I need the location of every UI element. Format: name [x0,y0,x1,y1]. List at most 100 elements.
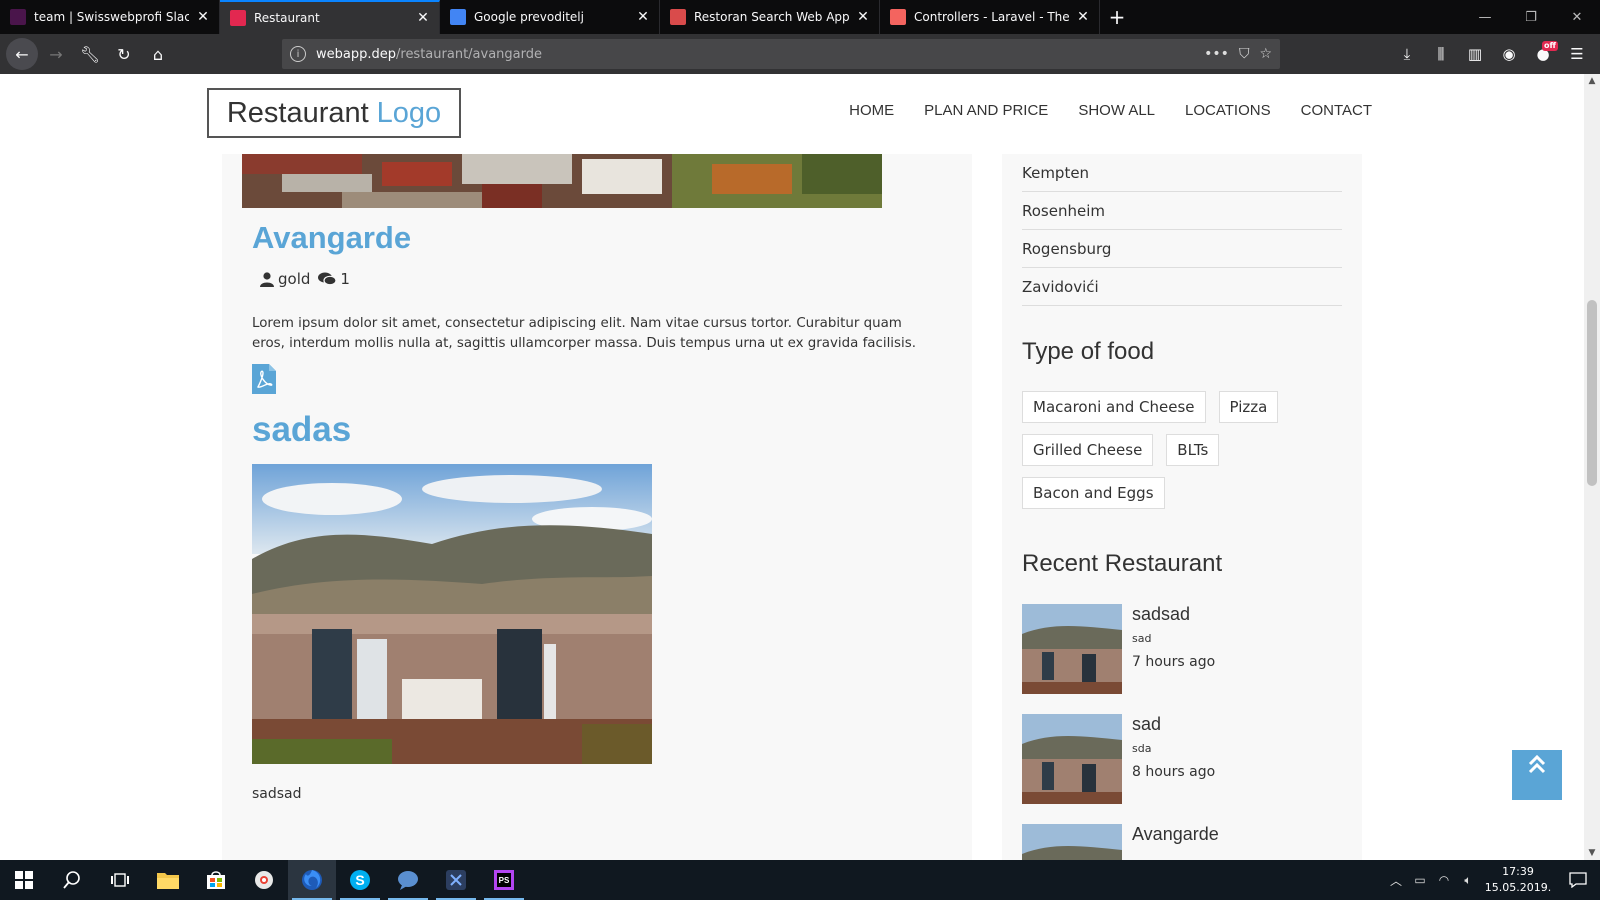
recent-title[interactable]: sadsad [1132,604,1190,625]
reload-icon[interactable]: ↻ [108,38,140,70]
food-tag[interactable]: Bacon and Eggs [1022,477,1165,509]
scroll-up-icon[interactable]: ▲ [1584,76,1600,86]
recent-subtitle: sad [1132,632,1152,645]
notification-icon[interactable] [1556,872,1600,888]
browser-toolbar: ← → 🔧︎ ↻ ⌂ i webapp.dep/restaurant/avang… [0,34,1600,74]
windows-start-icon[interactable] [0,860,48,900]
back-icon[interactable]: ← [6,38,38,70]
hero-image [242,154,882,208]
recent-title[interactable]: Avangarde [1132,824,1219,845]
tab-close-icon[interactable]: ✕ [195,9,211,25]
wrench-icon[interactable]: 🔧︎ [74,38,106,70]
sidebar-icon[interactable]: ▥ [1460,38,1490,70]
nav-show-all[interactable]: SHOW ALL [1078,102,1155,119]
browser-tab-strip: team | Swisswebprofi Slack ✕ Restaurant ✕ Go… [0,0,1600,34]
post-title[interactable]: Avangarde [252,220,411,256]
recent-title[interactable]: sad [1132,714,1161,735]
firefox-icon[interactable] [288,860,336,900]
library-icon[interactable]: ⫼ [1426,38,1456,70]
url-bar[interactable]: i webapp.dep/restaurant/avangarde ••• ⛉ … [282,39,1280,69]
search-icon[interactable] [48,860,96,900]
post-comment-count: 1 [340,270,350,288]
restore-icon[interactable]: ❐ [1508,0,1554,34]
tab-title: team | Swisswebprofi Slack [34,10,189,24]
browser-tab[interactable]: Restaurant ✕ [220,0,440,34]
recent-thumbnail[interactable] [1022,714,1122,804]
browser-tab[interactable]: Controllers - Laravel - The PHP ✕ [880,0,1100,34]
site-logo[interactable]: Restaurant Logo [207,88,461,138]
windows-taskbar: S PS ︿ ▭ ◠ 🔈︎ 17:39 15.05.2019. [0,860,1600,900]
recent-item[interactable]: sadsad sad 7 hours ago [1022,604,1342,696]
scroll-to-top-button[interactable] [1512,750,1562,800]
scroll-down-icon[interactable]: ▼ [1584,848,1600,858]
food-heading: Type of food [1022,338,1155,365]
task-view-icon[interactable] [96,860,144,900]
food-tag[interactable]: Macaroni and Cheese [1022,391,1206,423]
skype-icon[interactable]: S [336,860,384,900]
location-list: Kempten Rosenheim Rogensburg Zavidovići [1022,154,1342,306]
pdf-icon[interactable] [252,364,276,394]
location-item[interactable]: Rogensburg [1022,230,1342,268]
site-info-icon[interactable]: i [290,46,306,62]
tab-close-icon[interactable]: ✕ [855,9,871,25]
clock-time: 17:39 [1502,865,1534,878]
account-icon[interactable]: ◉ [1494,38,1524,70]
home-icon[interactable]: ⌂ [142,38,174,70]
tab-close-icon[interactable]: ✕ [635,9,651,25]
page-actions-icon[interactable]: ••• [1204,46,1229,62]
post-meta: gold 1 [260,270,350,288]
food-tag[interactable]: BLTs [1166,434,1220,466]
recent-item[interactable]: sad sda 8 hours ago [1022,714,1342,806]
nav-plan-and-price[interactable]: PLAN AND PRICE [924,102,1048,119]
location-item[interactable]: Kempten [1022,154,1342,192]
main-content: Avangarde gold 1 Lorem ipsum dolor sit a… [222,154,972,860]
browser-tab[interactable]: Google prevoditelj ✕ [440,0,660,34]
chat-app-icon[interactable] [384,860,432,900]
location-item[interactable]: Rosenheim [1022,192,1342,230]
tab-close-icon[interactable]: ✕ [1075,9,1091,25]
main-nav: HOME PLAN AND PRICE SHOW ALL LOCATIONS C… [849,102,1372,119]
scrollbar-thumb[interactable] [1587,300,1597,486]
store-icon[interactable] [192,860,240,900]
minimize-icon[interactable]: — [1462,0,1508,34]
page-viewport: Restaurant Logo HOME PLAN AND PRICE SHOW … [0,74,1584,860]
tab-favicon-icon [10,9,26,25]
pocket-icon[interactable]: ⛉ [1239,46,1250,62]
nav-contact[interactable]: CONTACT [1301,102,1372,119]
close-window-icon[interactable]: ✕ [1554,0,1600,34]
chrome-icon[interactable] [240,860,288,900]
page-scrollbar[interactable]: ▲ ▼ [1584,74,1600,860]
download-icon[interactable]: ⤓ [1392,38,1422,70]
bookmark-star-icon[interactable]: ☆ [1259,46,1272,62]
food-tag[interactable]: Pizza [1218,391,1279,423]
volume-icon[interactable]: 🔈︎ [1456,873,1480,888]
recent-thumbnail[interactable] [1022,604,1122,694]
wifi-icon[interactable]: ◠ [1432,873,1456,887]
food-tag[interactable]: Grilled Cheese [1022,434,1154,466]
browser-tab[interactable]: Restoran Search Web App on W ✕ [660,0,880,34]
taskbar-clock[interactable]: 17:39 15.05.2019. [1480,864,1556,896]
tab-favicon-icon [890,9,906,25]
code-editor-icon[interactable] [432,860,480,900]
post2-title[interactable]: sadas [252,410,351,450]
chevron-up-icon[interactable]: ︿ [1384,872,1408,889]
site-header: Restaurant Logo HOME PLAN AND PRICE SHOW … [0,74,1584,154]
tab-title: Google prevoditelj [474,10,584,24]
browser-tab[interactable]: team | Swisswebprofi Slack ✕ [0,0,220,34]
battery-icon[interactable]: ▭ [1408,873,1432,887]
url-host: webapp.dep [316,46,396,62]
file-explorer-icon[interactable] [144,860,192,900]
location-item[interactable]: Zavidovići [1022,268,1342,306]
nav-home[interactable]: HOME [849,102,894,119]
phpstorm-icon[interactable]: PS [480,860,528,900]
recent-item[interactable]: Avangarde [1022,824,1342,860]
recent-thumbnail[interactable] [1022,824,1122,860]
menu-icon[interactable]: ☰ [1562,38,1592,70]
nav-locations[interactable]: LOCATIONS [1185,102,1271,119]
new-tab-button[interactable]: + [1100,0,1134,34]
extension-icon[interactable]: ● off [1528,38,1558,70]
tab-close-icon[interactable]: ✕ [415,10,431,26]
post2-image [252,464,652,764]
sidebar: Kempten Rosenheim Rogensburg Zavidovići … [1002,154,1362,860]
forward-icon[interactable]: → [40,38,72,70]
